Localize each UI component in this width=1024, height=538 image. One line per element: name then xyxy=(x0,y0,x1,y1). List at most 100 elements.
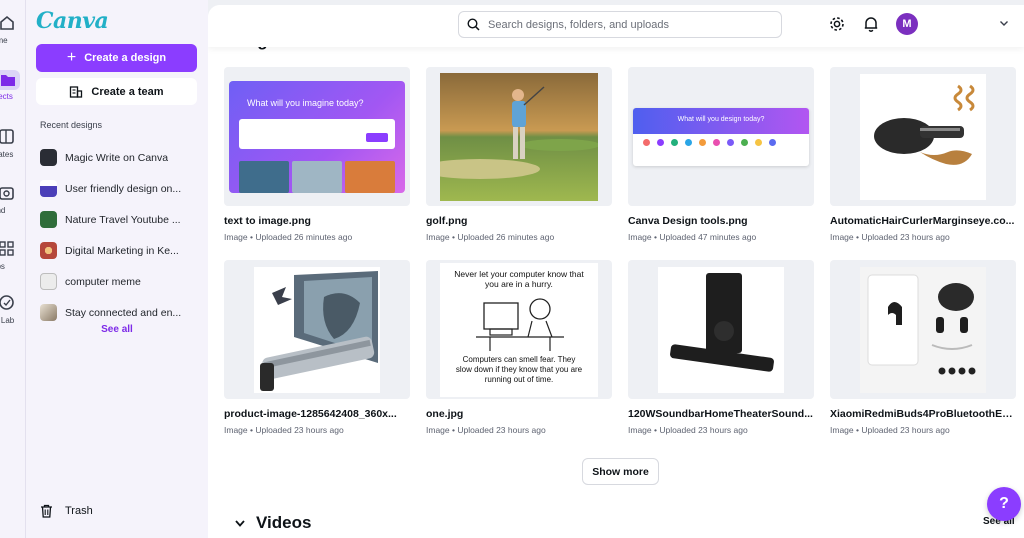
rail-item-projects[interactable]: ojects xyxy=(0,70,25,114)
image-meta: Image • Uploaded 23 hours ago xyxy=(426,425,546,435)
image-thumbnail xyxy=(830,67,1016,206)
rail-item-apps[interactable]: ops xyxy=(0,240,25,284)
create-team-label: Create a team xyxy=(91,85,164,98)
recent-design-thumbnail xyxy=(40,304,57,321)
recent-design-item[interactable]: computer meme xyxy=(40,266,200,297)
create-team-button[interactable]: Create a team xyxy=(36,78,197,105)
dream-lab-icon xyxy=(0,295,14,310)
image-thumbnail xyxy=(628,260,814,399)
recent-design-thumbnail xyxy=(40,273,57,290)
image-meta: Image • Uploaded 23 hours ago xyxy=(628,425,748,435)
image-name: one.jpg xyxy=(426,408,464,420)
image-thumbnail: What will you design today? xyxy=(628,67,814,206)
image-card[interactable]: AutomaticHairCurlerMarginseye.co... Imag… xyxy=(830,67,1016,242)
recent-design-thumbnail xyxy=(40,149,57,166)
rail-label: ome xyxy=(0,36,8,45)
videos-section-title: Videos xyxy=(256,513,312,532)
image-thumbnail: Never let your computer know that you ar… xyxy=(426,260,612,399)
recent-design-label: Stay connected and en... xyxy=(65,306,182,319)
trash-icon xyxy=(41,504,52,518)
rail-item-dream-lab[interactable]: m Lab xyxy=(0,294,25,338)
recent-design-thumbnail xyxy=(40,211,57,228)
rail-item-templates[interactable]: plates xyxy=(0,128,25,172)
image-name: product-image-1285642408_360x... xyxy=(224,408,397,420)
bell-icon[interactable] xyxy=(862,15,880,33)
recent-design-item[interactable]: User friendly design on... xyxy=(40,173,200,204)
trash-link[interactable]: Trash xyxy=(40,504,93,518)
image-card[interactable]: Never let your computer know that you ar… xyxy=(426,260,612,435)
rail-item-home[interactable]: ome xyxy=(0,14,25,58)
chevron-down-icon[interactable] xyxy=(998,17,1010,29)
image-meta: Image • Uploaded 47 minutes ago xyxy=(628,232,757,242)
folder-icon xyxy=(0,70,20,90)
rail-label: m Lab xyxy=(0,316,15,325)
top-bar: M xyxy=(208,5,1024,47)
canva-logo[interactable]: Canva xyxy=(36,8,109,34)
avatar[interactable]: M xyxy=(896,13,918,35)
search-icon xyxy=(467,18,480,31)
thumbnail-heading: What will you design today? xyxy=(677,115,765,123)
image-meta: Image • Uploaded 23 hours ago xyxy=(830,425,950,435)
image-name: AutomaticHairCurlerMarginseye.co... xyxy=(830,215,1015,227)
image-name: 120WSoundbarHomeTheaterSound... xyxy=(628,408,813,420)
sidebar: Canva + Create a design Create a team Re… xyxy=(26,0,208,538)
create-design-label: Create a design xyxy=(84,52,167,64)
rail-label: ojects xyxy=(0,92,13,101)
image-card[interactable]: What will you design today? Canva Design… xyxy=(628,67,814,242)
left-rail: ome ojects plates and ops m Lab xyxy=(0,0,26,538)
show-more-button[interactable]: Show more xyxy=(582,458,659,485)
image-thumbnail xyxy=(426,67,612,206)
image-card[interactable]: golf.png Image • Uploaded 26 minutes ago xyxy=(426,67,612,242)
apps-icon xyxy=(0,241,14,256)
recent-design-label: Nature Travel Youtube ... xyxy=(65,213,181,226)
image-thumbnail: What will you imagine today? xyxy=(224,67,410,206)
chevron-down-icon xyxy=(235,520,245,527)
brand-icon xyxy=(0,187,14,200)
rail-label: and xyxy=(0,206,6,215)
image-name: text to image.png xyxy=(224,215,311,227)
search-box[interactable] xyxy=(458,11,782,38)
image-card[interactable]: 120WSoundbarHomeTheaterSound... Image • … xyxy=(628,260,814,435)
image-meta: Image • Uploaded 26 minutes ago xyxy=(224,232,353,242)
trash-label: Trash xyxy=(65,505,93,517)
image-thumbnail xyxy=(224,260,410,399)
rail-label: plates xyxy=(0,150,14,159)
recent-design-item[interactable]: Digital Marketing in Ke... xyxy=(40,235,200,266)
image-name: golf.png xyxy=(426,215,468,227)
rail-label: ops xyxy=(0,262,5,271)
recent-design-item[interactable]: Nature Travel Youtube ... xyxy=(40,204,200,235)
gear-icon[interactable] xyxy=(828,15,846,33)
recent-design-thumbnail xyxy=(40,180,57,197)
videos-section-header[interactable]: Videos xyxy=(234,513,311,533)
image-thumbnail xyxy=(830,260,1016,399)
image-meta: Image • Uploaded 26 minutes ago xyxy=(426,232,555,242)
thumbnail-heading: What will you imagine today? xyxy=(247,97,364,108)
create-design-button[interactable]: + Create a design xyxy=(36,44,197,72)
recent-design-label: computer meme xyxy=(65,275,141,288)
image-name: XiaomiRedmiBuds4ProBluetoothEa... xyxy=(830,408,1016,420)
search-input[interactable] xyxy=(488,18,768,31)
recent-design-thumbnail xyxy=(40,242,57,259)
home-icon xyxy=(0,15,14,30)
image-name: Canva Design tools.png xyxy=(628,215,748,227)
recent-designs-list: Magic Write on Canva User friendly desig… xyxy=(40,142,200,328)
recent-designs-heading: Recent designs xyxy=(40,120,103,130)
meme-top-text: Never let your computer know that you ar… xyxy=(454,268,584,289)
recent-design-label: Magic Write on Canva xyxy=(65,151,169,164)
recent-design-label: User friendly design on... xyxy=(65,182,182,195)
image-card[interactable]: XiaomiRedmiBuds4ProBluetoothEa... Image … xyxy=(830,260,1016,435)
templates-icon xyxy=(0,129,14,144)
image-card[interactable]: What will you imagine today? text to ima… xyxy=(224,67,410,242)
plus-icon: + xyxy=(66,49,77,66)
main-content: M Images See all What will you imagine t… xyxy=(208,5,1024,538)
rail-item-brand[interactable]: and xyxy=(0,184,25,228)
meme-bottom-text: Computers can smell fear. They slow down… xyxy=(455,354,583,384)
help-button[interactable]: ? xyxy=(987,487,1021,521)
building-icon xyxy=(70,85,83,98)
recent-design-label: Digital Marketing in Ke... xyxy=(65,244,179,257)
recent-design-item[interactable]: Magic Write on Canva xyxy=(40,142,200,173)
image-meta: Image • Uploaded 23 hours ago xyxy=(830,232,950,242)
image-card[interactable]: product-image-1285642408_360x... Image •… xyxy=(224,260,410,435)
recent-see-all-link[interactable]: See all xyxy=(26,324,208,335)
image-meta: Image • Uploaded 23 hours ago xyxy=(224,425,344,435)
